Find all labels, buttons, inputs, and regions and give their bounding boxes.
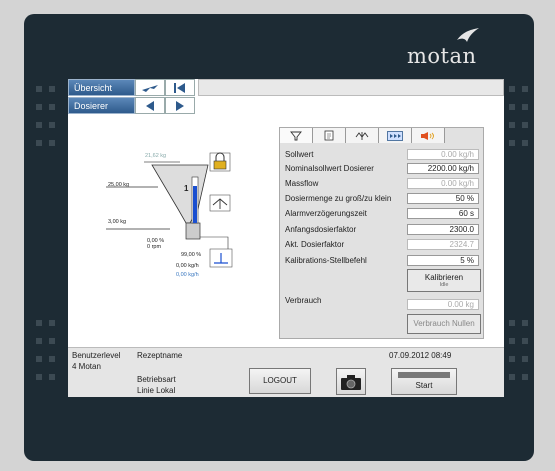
flow-label-1: 0,00 kg/h [176,263,199,269]
line-label: Linie Lokal [137,386,176,395]
tab-fast-forward[interactable] [379,128,412,143]
param-label-3: Dosiermenge zu groß/zu klein [285,194,392,203]
nav-plane-button[interactable] [135,79,165,96]
param-value-0: 0.00 kg/h [407,149,479,160]
nav-prev-button[interactable] [135,97,165,114]
tab-document[interactable] [313,128,346,143]
calibrate-status: Idle [439,282,449,288]
tab-alarm[interactable] [412,128,445,143]
doser-diagram [106,152,233,268]
fast-forward-icon [387,130,403,141]
target-weight-label: 21,62 kg [145,153,167,159]
nav-header-bar [198,79,504,96]
param-label-6: Akt. Dosierfaktor [285,240,345,249]
param-value-7[interactable]: 5 % [407,255,479,266]
hopper-number: 1 [184,184,189,193]
panel-tabs [280,128,445,144]
snapshot-button[interactable] [336,368,366,395]
skip-back-icon [174,82,185,93]
nav-overview-button[interactable]: Übersicht [68,79,135,96]
consumption-value: 0.00 kg [407,299,479,310]
param-label-7: Kalibrations-Stellbefehl [285,256,367,265]
funnel-icon [290,131,302,140]
arrow-right-icon [176,100,184,111]
max-level-label: 25,00 kg [108,182,130,188]
swallow-logo-icon [457,28,479,42]
calibrate-label: Kalibrieren [424,273,464,282]
scale-icon [355,131,369,140]
param-label-0: Sollwert [285,150,314,159]
nav-row-doser: Dosierer [68,97,195,115]
param-label-2: Massflow [285,179,319,188]
recipe-label: Rezeptname [137,351,183,360]
nav-first-button[interactable] [165,79,195,96]
reset-consumption-button[interactable]: Verbrauch Nullen [407,314,481,334]
tab-scale[interactable] [346,128,379,143]
plane-icon [142,84,158,92]
speaker-icon [421,131,434,140]
param-value-4[interactable]: 60 s [407,208,479,219]
parameter-panel: Sollwert 0.00 kg/h Nominalsollwert Dosie… [279,127,484,339]
arrow-left-icon [146,100,154,111]
param-value-6: 2324.7 [407,239,479,250]
rpm-label: 0 rpm [147,244,162,250]
nav-next-button[interactable] [165,97,195,114]
userlevel-label: Benutzerlevel [72,351,121,360]
brand-logo: motan [407,44,477,68]
logout-button[interactable]: LOGOUT [249,368,311,394]
min-level-label: 3,00 kg [108,219,127,225]
start-indicator [398,372,450,378]
param-label-1: Nominalsollwert Dosierer [285,164,374,173]
mode-label: Betriebsart [137,375,176,384]
dose-percent-label: 99,00 % [181,252,202,258]
nav-row-overview: Übersicht [68,79,195,97]
hmi-screen: Übersicht Dosierer 21,62 kg 25,00 kg 3,0… [68,79,504,397]
param-label-4: Alarmverzögerungszeit [285,209,367,218]
datetime: 07.09.2012 08:49 [389,351,452,360]
param-label-5: Anfangsdosierfaktor [285,225,357,234]
nav-doser-button[interactable]: Dosierer [68,97,135,114]
param-value-5[interactable]: 2300.0 [407,224,479,235]
param-value-2: 0.00 kg/h [407,178,479,189]
start-button[interactable]: Start [391,368,457,395]
userlevel-value: 4 Motan [72,362,101,371]
tab-funnel[interactable] [280,128,313,143]
param-value-3[interactable]: 50 % [407,193,479,204]
flow-label-2: 0,00 kg/h [176,272,199,278]
param-value-1[interactable]: 2200.00 kg/h [407,163,479,174]
calibrate-button[interactable]: Kalibrieren Idle [407,269,481,292]
start-label: Start [415,381,433,390]
camera-icon [341,375,361,390]
document-icon [324,130,334,141]
status-bar: Benutzerlevel 4 Motan Rezeptname Betrieb… [68,347,504,397]
consumption-label: Verbrauch [285,296,322,305]
